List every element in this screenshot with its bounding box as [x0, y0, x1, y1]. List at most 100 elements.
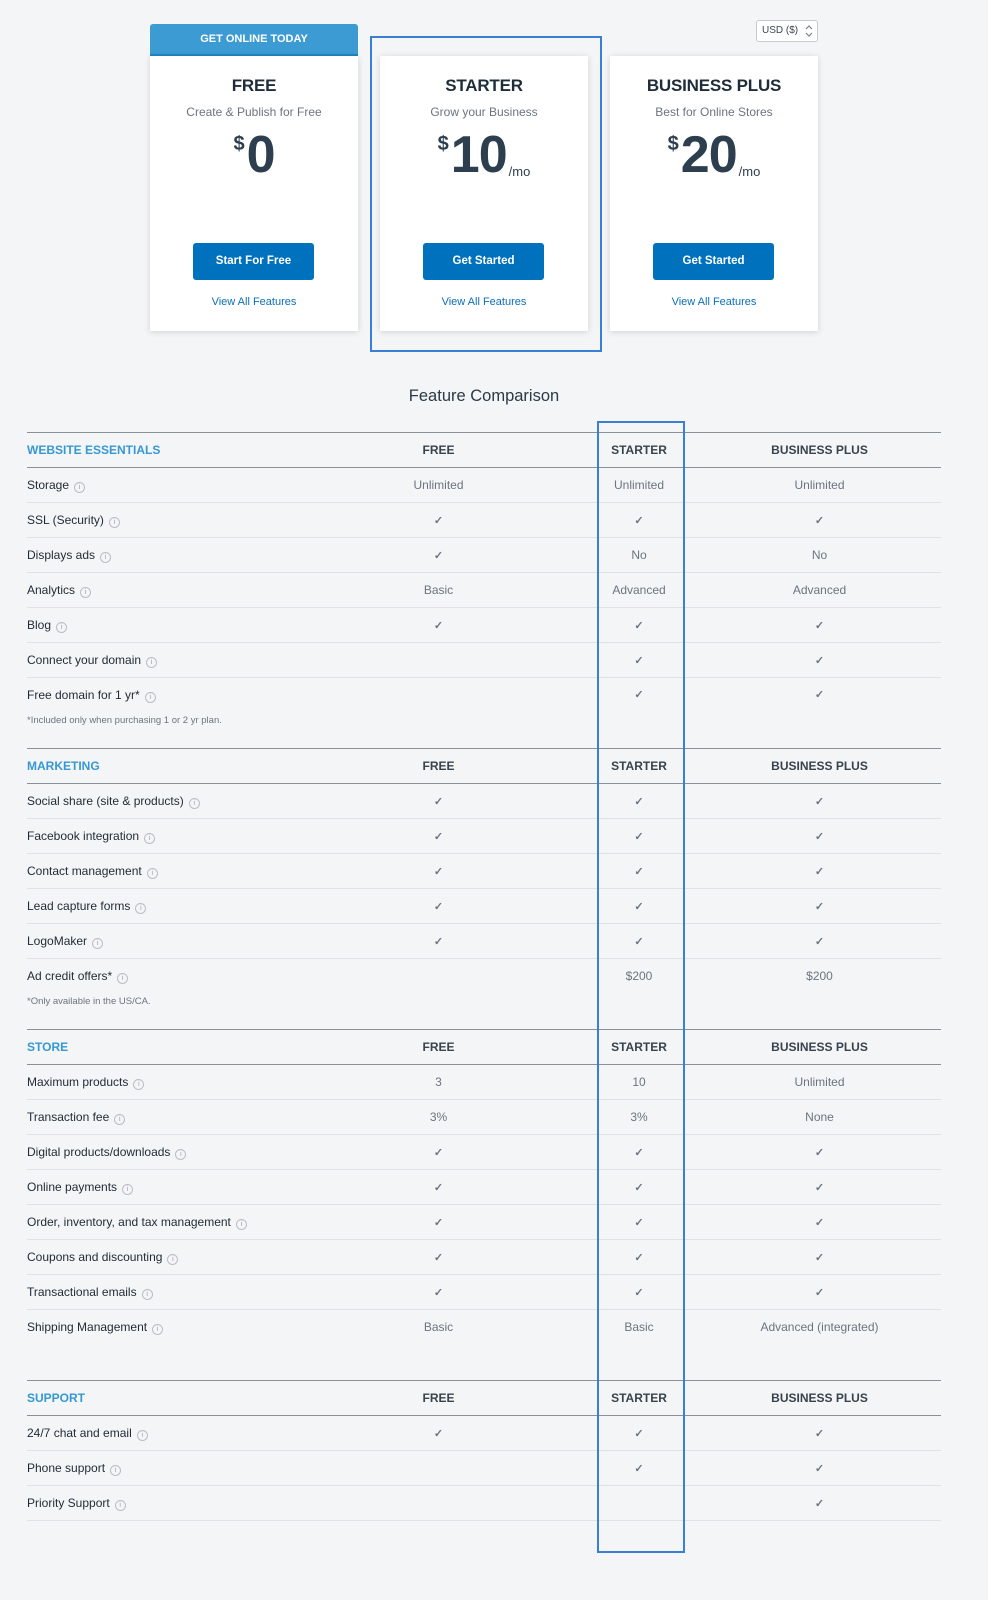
feature-value: Advanced	[792, 583, 847, 597]
info-icon[interactable]: i	[114, 1499, 126, 1511]
check-icon: ✓	[814, 935, 825, 948]
check-icon: ✓	[634, 619, 644, 632]
info-icon[interactable]: i	[80, 586, 92, 598]
currency-value: USD ($)	[762, 25, 799, 36]
feature-label-cell: Blog i	[27, 618, 297, 633]
info-icon[interactable]: i	[117, 973, 129, 984]
view-all-features-link[interactable]: View All Features	[380, 296, 588, 308]
feature-row: Phone support i ✓ ✓	[27, 1451, 941, 1486]
check-icon: ✓	[433, 514, 444, 527]
check-icon: ✓	[433, 1251, 444, 1264]
feature-value: Basic	[624, 1320, 654, 1334]
column-header: FREE	[422, 1391, 455, 1405]
column-header: STARTER	[611, 1040, 667, 1054]
check-icon: ✓	[433, 1146, 444, 1159]
feature-row: Digital products/downloads i ✓ ✓ ✓	[27, 1135, 941, 1170]
feature-label: SSL (Security)	[27, 512, 104, 527]
info-icon[interactable]: i	[235, 1218, 247, 1230]
section-header: WEBSITE ESSENTIALS FREE STARTER BUSINESS PL…	[27, 432, 941, 468]
check-icon: ✓	[433, 1216, 444, 1229]
column-header: BUSINESS PLUS	[771, 759, 868, 773]
info-icon[interactable]: i	[146, 867, 158, 879]
feature-comparison-title: Feature Comparison	[408, 387, 560, 405]
section-title: WEBSITE ESSENTIALS	[27, 443, 161, 457]
feature-footnote: *Only available in the US/CA.	[27, 996, 151, 1007]
view-all-features-link[interactable]: View All Features	[150, 296, 358, 308]
feature-label: Free domain for 1 yr*	[27, 688, 140, 702]
plan-subtitle: Grow your Business	[430, 105, 538, 119]
info-icon[interactable]: i	[133, 1078, 145, 1090]
feature-row: Storage i Unlimited Unlimited Unlimited	[27, 468, 941, 503]
view-all-features-link[interactable]: View All Features	[610, 296, 818, 308]
info-icon[interactable]: i	[152, 1324, 164, 1335]
feature-row: Coupons and discounting i ✓ ✓ ✓	[27, 1240, 941, 1275]
feature-value: Advanced	[612, 583, 666, 597]
info-icon[interactable]: i	[135, 902, 147, 914]
check-icon: ✓	[814, 1427, 825, 1440]
check-icon: ✓	[814, 795, 825, 808]
info-icon[interactable]: i	[141, 1288, 153, 1300]
price-amount: 20	[680, 126, 738, 184]
check-icon: ✓	[433, 549, 444, 562]
info-icon[interactable]: i	[122, 1183, 134, 1195]
feature-row: SSL (Security) i ✓ ✓ ✓	[27, 503, 941, 538]
check-icon: ✓	[634, 1181, 644, 1194]
check-icon: ✓	[634, 935, 644, 948]
check-icon: ✓	[814, 1497, 825, 1510]
get-online-today-ribbon: GET ONLINE TODAY	[150, 24, 358, 56]
feature-row: Lead capture forms i ✓ ✓ ✓	[27, 889, 941, 924]
check-icon: ✓	[433, 830, 444, 843]
info-icon[interactable]: i	[175, 1148, 187, 1160]
get-started-button[interactable]: Get Started	[653, 243, 774, 280]
section-header: STORE FREE STARTER BUSINESS PLUS	[27, 1029, 941, 1065]
info-icon[interactable]: i	[167, 1253, 179, 1265]
info-icon[interactable]: i	[108, 516, 120, 528]
get-started-button[interactable]: Get Started	[423, 243, 544, 280]
info-icon[interactable]: i	[144, 832, 156, 844]
info-icon[interactable]: i	[110, 1464, 122, 1476]
info-icon[interactable]: i	[144, 692, 156, 703]
feature-label-cell: Facebook integration i	[27, 829, 297, 844]
feature-label-cell: Ad credit offers* i *Only available in the…	[27, 969, 297, 1007]
feature-label: Facebook integration	[27, 828, 140, 843]
plan-card-free: FREE Create & Publish for Free $ 0 Start…	[150, 56, 358, 331]
feature-row: Social share (site & products) i ✓ ✓ ✓	[27, 784, 941, 819]
check-icon: ✓	[814, 689, 825, 701]
info-icon[interactable]: i	[136, 1429, 148, 1441]
info-icon[interactable]: i	[92, 937, 104, 949]
start-for-free-button[interactable]: Start For Free	[193, 243, 314, 280]
feature-label: Blog	[27, 617, 52, 632]
plan-name: STARTER	[445, 76, 523, 95]
feature-row: Blog i ✓ ✓ ✓	[27, 608, 941, 643]
price-amount: 0	[246, 126, 276, 184]
check-icon: ✓	[433, 1181, 444, 1194]
check-icon: ✓	[433, 1286, 444, 1299]
feature-footnote: *Included only when purchasing 1 or 2 yr…	[27, 715, 222, 726]
column-header: FREE	[422, 443, 455, 457]
plan-card-business-plus: BUSINESS PLUS Best for Online Stores $ 2…	[610, 56, 818, 331]
feature-label-cell: Transactional emails i	[27, 1285, 297, 1300]
column-header: STARTER	[611, 759, 667, 773]
check-icon: ✓	[433, 795, 444, 808]
feature-label: Online payments	[27, 1179, 118, 1194]
info-icon[interactable]: i	[100, 551, 112, 563]
feature-value: Basic	[423, 583, 454, 597]
check-icon: ✓	[433, 865, 444, 878]
check-icon: ✓	[634, 514, 644, 527]
info-icon[interactable]: i	[188, 797, 200, 809]
plan-price: $ 20 /mo	[610, 125, 818, 185]
info-icon[interactable]: i	[56, 621, 68, 633]
feature-row: Free domain for 1 yr* i *Included only whe…	[27, 678, 941, 748]
info-icon[interactable]: i	[114, 1113, 126, 1125]
check-icon: ✓	[433, 619, 444, 632]
check-icon: ✓	[814, 865, 825, 878]
feature-label-cell: Shipping Management i	[27, 1320, 297, 1335]
currency-select[interactable]: USD ($)	[756, 20, 818, 42]
info-icon[interactable]: i	[146, 656, 158, 668]
feature-label-cell: LogoMaker i	[27, 934, 297, 949]
info-icon[interactable]: i	[74, 481, 86, 493]
currency-symbol: $	[437, 133, 449, 155]
feature-row: LogoMaker i ✓ ✓ ✓	[27, 924, 941, 959]
price-period: /mo	[508, 164, 531, 179]
feature-label: Analytics	[27, 582, 76, 597]
